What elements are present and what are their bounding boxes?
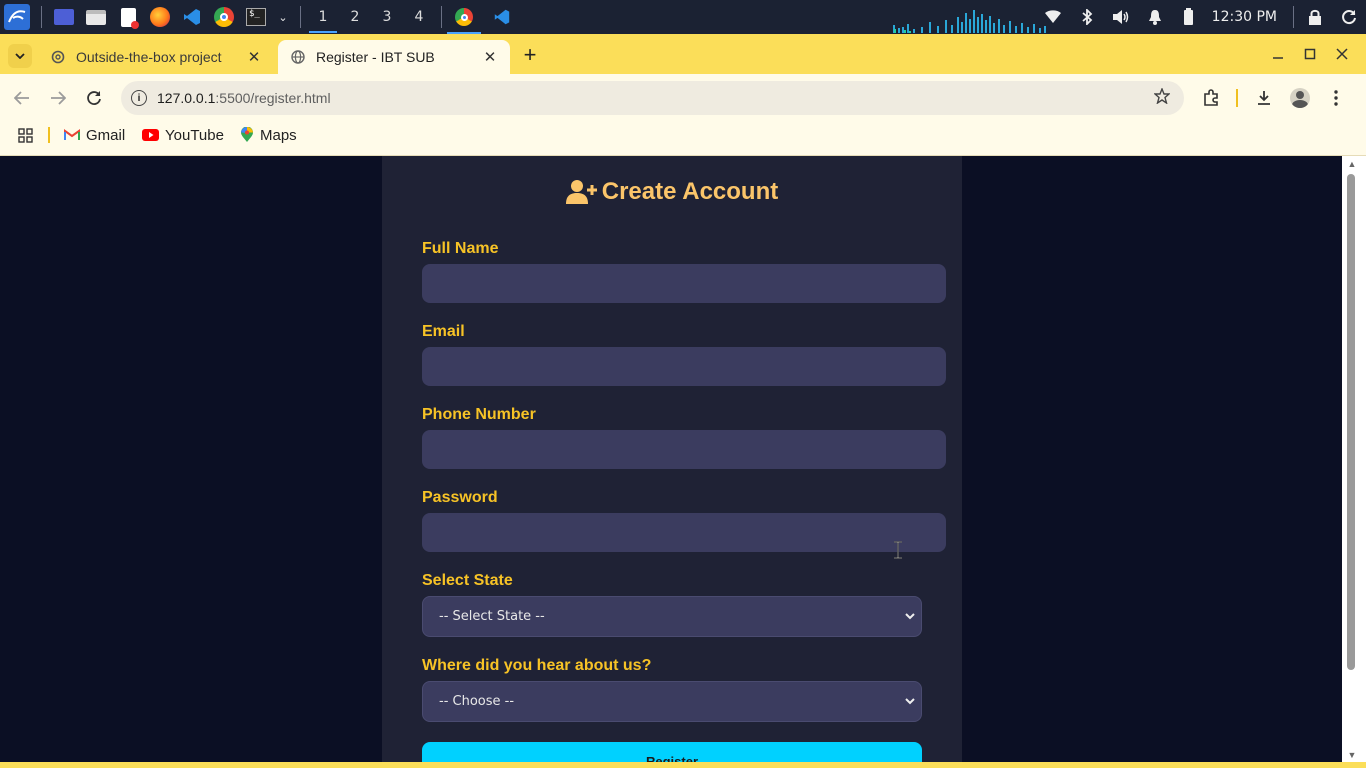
email-label: Email [422, 323, 465, 340]
system-tray: 12:30 PM [1036, 0, 1366, 34]
referral-select-value: -- Choose -- [439, 694, 515, 709]
bookmark-star-icon[interactable] [1153, 87, 1171, 109]
chevron-down-icon [905, 694, 915, 708]
referral-label: Where did you hear about us? [422, 657, 652, 674]
file-manager-icon[interactable] [85, 6, 107, 28]
bookmark-youtube[interactable]: YouTube [142, 126, 224, 144]
scroll-down-arrow-icon[interactable]: ▼ [1346, 750, 1358, 760]
workspace-3[interactable]: 3 [371, 0, 403, 34]
bluetooth-icon[interactable] [1070, 0, 1104, 34]
tab-title: Outside-the-box project [76, 49, 222, 65]
taskbar-separator [41, 6, 42, 28]
battery-icon[interactable] [1172, 0, 1206, 34]
page-title: Create Account [382, 178, 962, 206]
text-cursor-icon [893, 541, 903, 563]
tab-search-dropdown[interactable] [8, 44, 32, 68]
tab-outside-the-box[interactable]: Outside-the-box project ✕ [38, 40, 274, 74]
close-window-icon[interactable] [1326, 34, 1358, 74]
register-button[interactable]: Register [422, 742, 922, 762]
bookmark-label: Maps [260, 126, 297, 144]
text-editor-icon[interactable] [117, 6, 139, 29]
toolbar-divider [1236, 89, 1238, 107]
register-button-label: Register [645, 754, 699, 762]
phone-input[interactable] [422, 430, 946, 469]
lock-icon[interactable] [1298, 0, 1332, 34]
workspace-1[interactable]: 1 [307, 0, 339, 34]
taskbar-separator [300, 6, 301, 28]
window-bottom-border [0, 762, 1366, 768]
state-label: Select State [422, 572, 513, 589]
address-bar[interactable]: i 127.0.0.1:5500/register.html [121, 81, 1184, 115]
chrome-window-icon[interactable] [447, 6, 481, 34]
youtube-icon [142, 129, 159, 141]
taskbar-separator [1293, 6, 1294, 28]
os-taskbar: $_ ⌄ 1 2 3 4 12:30 PM [0, 0, 1366, 34]
taskbar-separator [441, 6, 442, 28]
bookmark-maps[interactable]: Maps [240, 126, 297, 144]
kali-menu-icon[interactable] [4, 4, 30, 30]
state-select[interactable]: -- Select State -- [422, 596, 922, 637]
terminal-icon[interactable]: $_ [245, 6, 267, 28]
profile-avatar-icon[interactable] [1288, 86, 1312, 110]
chrome-icon[interactable] [213, 6, 235, 28]
reload-icon[interactable] [82, 86, 106, 110]
power-refresh-icon[interactable] [1332, 0, 1366, 34]
clock[interactable]: 12:30 PM [1206, 9, 1289, 25]
scroll-up-arrow-icon[interactable]: ▲ [1346, 159, 1358, 169]
maps-icon [240, 127, 254, 143]
chevron-down-icon[interactable]: ⌄ [277, 6, 289, 28]
state-select-value: -- Select State -- [439, 609, 545, 624]
forward-arrow-icon[interactable] [46, 86, 70, 110]
openai-favicon-icon [50, 49, 66, 65]
wifi-icon[interactable] [1036, 0, 1070, 34]
apps-grid-icon[interactable] [18, 126, 33, 144]
phone-label: Phone Number [422, 406, 536, 423]
chevron-down-icon [905, 609, 915, 623]
bookmark-gmail[interactable]: Gmail [64, 126, 125, 144]
minimize-icon[interactable] [1262, 34, 1294, 74]
tab-title: Register - IBT SUB [316, 49, 435, 65]
scrollbar-thumb[interactable] [1347, 174, 1355, 670]
globe-favicon-icon [290, 49, 306, 65]
network-graph-icon [893, 10, 1046, 33]
bookmarks-divider [48, 127, 50, 143]
url-host: 127.0.0.1 [157, 90, 216, 106]
tab-register[interactable]: Register - IBT SUB ✕ [278, 40, 510, 74]
back-arrow-icon[interactable] [10, 86, 34, 110]
close-tab-icon[interactable]: ✕ [482, 48, 498, 66]
notification-bell-icon[interactable] [1138, 0, 1172, 34]
gmail-icon [64, 129, 80, 141]
url-path: :5500/register.html [215, 90, 331, 106]
show-desktop-icon[interactable] [53, 6, 75, 28]
firefox-icon[interactable] [149, 6, 171, 28]
bookmark-label: Gmail [86, 126, 126, 144]
page-title-text: Create Account [601, 178, 779, 205]
download-icon[interactable] [1252, 86, 1276, 110]
maximize-icon[interactable] [1294, 34, 1326, 74]
register-card: Create Account Full Name Email Phone Num… [382, 156, 962, 762]
vscode-icon[interactable] [181, 6, 203, 28]
extensions-puzzle-icon[interactable] [1199, 86, 1223, 110]
email-input[interactable] [422, 347, 946, 386]
referral-select[interactable]: -- Choose -- [422, 681, 922, 722]
workspace-4[interactable]: 4 [403, 0, 435, 34]
page-viewport: Create Account Full Name Email Phone Num… [0, 156, 1342, 762]
full-name-input[interactable] [422, 264, 946, 303]
browser-menu-icon[interactable] [1324, 86, 1348, 110]
password-label: Password [422, 489, 498, 506]
new-tab-button[interactable]: + [518, 42, 542, 68]
vscode-window-icon[interactable] [491, 6, 513, 28]
close-tab-icon[interactable]: ✕ [246, 48, 262, 66]
user-plus-icon [565, 180, 597, 204]
site-info-icon[interactable]: i [131, 90, 147, 106]
workspace-2[interactable]: 2 [339, 0, 371, 34]
volume-icon[interactable] [1104, 0, 1138, 34]
full-name-label: Full Name [422, 240, 499, 257]
password-input[interactable] [422, 513, 946, 552]
bookmark-label: YouTube [165, 126, 224, 144]
